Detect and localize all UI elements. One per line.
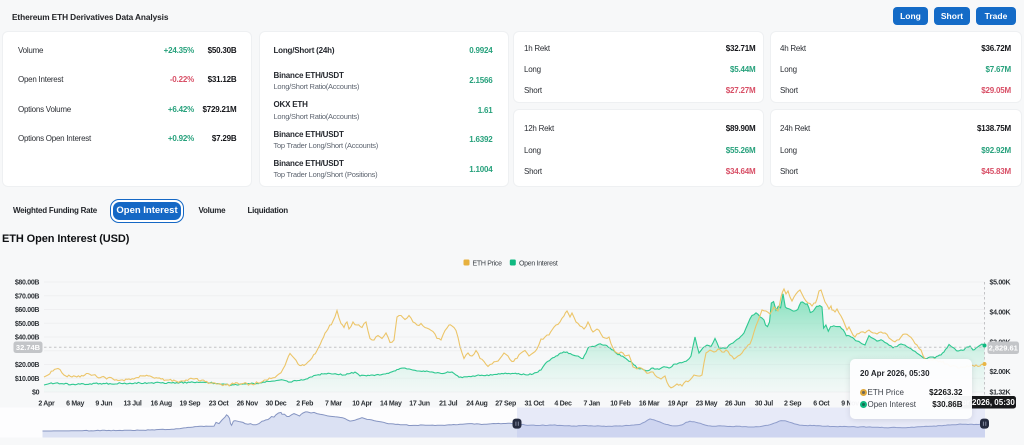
svg-text:16 Mar: 16 Mar (639, 401, 660, 408)
svg-text:7 Jan: 7 Jan (583, 401, 599, 408)
svg-text:7 Mar: 7 Mar (325, 401, 342, 408)
svg-text:$20.00B: $20.00B (15, 362, 40, 369)
svg-text:4 Dec: 4 Dec (554, 401, 572, 408)
svg-text:2 Feb: 2 Feb (296, 401, 313, 408)
svg-text:ETH Price: ETH Price (473, 260, 503, 267)
svg-text:26 Jun: 26 Jun (725, 401, 745, 408)
svg-text:$1.32K: $1.32K (990, 390, 1011, 397)
svg-text:30 Dec: 30 Dec (266, 401, 287, 408)
svg-text:30 Jul: 30 Jul (755, 401, 773, 408)
svg-text:13 Jul: 13 Jul (123, 401, 141, 408)
svg-text:9 Jun: 9 Jun (95, 401, 112, 408)
svg-text:$5.00K: $5.00K (990, 280, 1011, 287)
svg-text:2,829.61: 2,829.61 (989, 344, 1018, 353)
svg-text:27 Sep: 27 Sep (495, 401, 516, 408)
svg-text:2 Apr: 2 Apr (38, 401, 55, 408)
svg-text:21 Jul: 21 Jul (439, 401, 457, 408)
svg-text:Open Interest: Open Interest (519, 260, 558, 267)
svg-text:24 Aug: 24 Aug (466, 401, 487, 408)
svg-text:19 Sep: 19 Sep (180, 401, 201, 408)
svg-text:32.74B: 32.74B (16, 343, 41, 352)
svg-text:$70.00B: $70.00B (15, 293, 40, 300)
svg-text:$40.00B: $40.00B (15, 335, 40, 342)
svg-text:31 Oct: 31 Oct (524, 401, 545, 408)
svg-text:2 Sep: 2 Sep (784, 401, 801, 408)
svg-text:$60.00B: $60.00B (15, 307, 40, 314)
svg-text:19 Apr: 19 Apr (668, 401, 688, 408)
svg-text:23 Oct: 23 Oct (209, 401, 230, 408)
svg-text:6 Oct: 6 Oct (813, 401, 830, 408)
svg-text:10 Feb: 10 Feb (610, 401, 630, 408)
svg-text:$10.00B: $10.00B (15, 376, 40, 383)
svg-text:26 Nov: 26 Nov (237, 401, 259, 408)
svg-text:$4.00K: $4.00K (990, 309, 1011, 316)
svg-text:$50.00B: $50.00B (15, 321, 40, 328)
svg-text:$2.00K: $2.00K (990, 369, 1011, 376)
svg-text:14 May: 14 May (380, 401, 402, 408)
svg-text:$80.00B: $80.00B (15, 280, 40, 287)
svg-text:10 Apr: 10 Apr (352, 401, 372, 408)
svg-text:17 Jun: 17 Jun (409, 401, 429, 408)
svg-text:$0: $0 (32, 390, 40, 397)
svg-text:23 May: 23 May (696, 401, 718, 408)
svg-text:6 May: 6 May (66, 401, 84, 408)
svg-text:16 Aug: 16 Aug (151, 401, 172, 408)
